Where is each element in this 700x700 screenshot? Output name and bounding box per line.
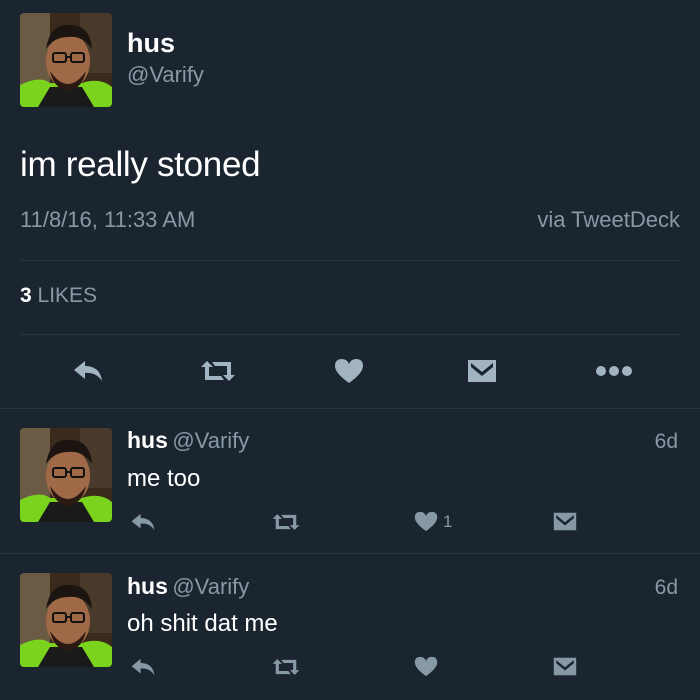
retweet-button[interactable] <box>271 512 301 532</box>
reply-header: hus @Varify <box>127 573 249 600</box>
reply-age[interactable]: 6d <box>655 576 678 600</box>
direct-message-button[interactable] <box>553 656 577 677</box>
avatar-photo <box>20 428 112 522</box>
likes-label: LIKES <box>37 284 98 307</box>
retweet-button[interactable] <box>198 356 238 386</box>
tweet-timestamp[interactable]: 11/8/16, 11:33 AM <box>20 207 195 233</box>
likes-summary[interactable]: 3 LIKES <box>20 284 97 308</box>
divider <box>0 408 700 409</box>
divider <box>0 553 700 554</box>
tweet-source[interactable]: via TweetDeck <box>537 207 680 233</box>
direct-message-icon <box>553 657 577 676</box>
avatar-photo <box>20 573 112 667</box>
likes-count: 3 <box>20 284 32 307</box>
reply-button[interactable] <box>130 512 156 532</box>
retweet-button[interactable] <box>271 657 301 677</box>
reply-author-name[interactable]: hus <box>127 573 168 599</box>
direct-message-icon <box>553 512 577 531</box>
reply-avatar[interactable] <box>20 573 112 667</box>
reply-icon <box>131 658 155 676</box>
heart-icon <box>414 511 438 532</box>
like-button[interactable]: 1 <box>414 511 452 532</box>
like-button[interactable] <box>414 656 443 677</box>
reply-age[interactable]: 6d <box>655 430 678 454</box>
reply-icon <box>74 361 102 381</box>
avatar-photo <box>20 13 112 107</box>
reply-text: oh shit dat me <box>127 610 278 637</box>
author-handle[interactable]: @Varify <box>127 62 204 88</box>
reply-author-handle[interactable]: @Varify <box>172 428 249 453</box>
retweet-icon <box>201 361 235 381</box>
reply-header: hus @Varify <box>127 427 249 454</box>
more-icon <box>596 366 632 376</box>
heart-icon <box>335 359 363 383</box>
like-count: 1 <box>443 511 453 531</box>
reply-icon <box>131 513 155 531</box>
divider <box>20 260 680 261</box>
reply-author-handle[interactable]: @Varify <box>172 574 249 599</box>
direct-message-button[interactable] <box>465 356 499 386</box>
reply-avatar[interactable] <box>20 428 112 522</box>
author-avatar[interactable] <box>20 13 112 107</box>
like-button[interactable] <box>332 356 366 386</box>
direct-message-icon <box>468 360 496 382</box>
more-options-button[interactable] <box>594 356 634 386</box>
reply-button[interactable] <box>130 657 156 677</box>
retweet-icon <box>272 659 300 675</box>
direct-message-button[interactable] <box>553 511 577 532</box>
retweet-icon <box>272 514 300 530</box>
divider <box>20 334 680 335</box>
reply-text: me too <box>127 465 201 492</box>
reply-author-name[interactable]: hus <box>127 427 168 453</box>
author-name[interactable]: hus <box>127 28 175 59</box>
tweet-text: im really stoned <box>20 145 261 184</box>
heart-icon <box>414 656 438 677</box>
reply-button[interactable] <box>70 356 106 386</box>
